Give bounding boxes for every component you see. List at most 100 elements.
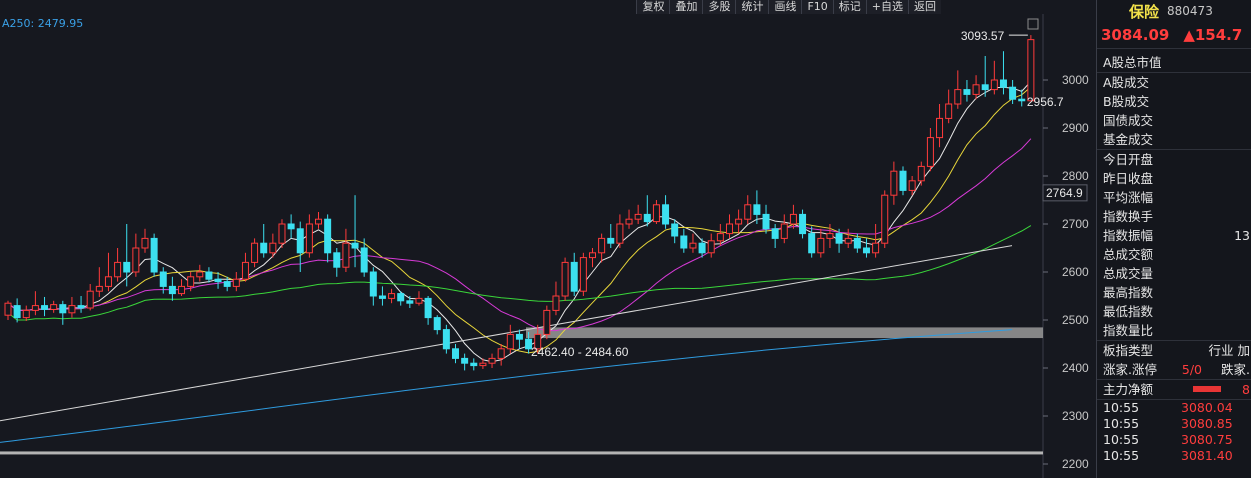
candle-body [872,242,880,254]
candle-body [442,329,450,350]
stat-net-inflow: 主力净额 8 [1097,379,1251,399]
restore-right-button[interactable]: 复权 [636,0,670,14]
stat-open: 今日开盘 [1097,149,1251,169]
net-inflow-bar [1193,386,1221,392]
quote-sidebar: 保险 880473 3084.09 ▲154.7 A股总市值 A股成交 B股成交… [1096,0,1251,478]
up-limit-value: 5/0 [1181,362,1202,377]
price-tag-label: 2764.9 [1046,186,1083,200]
candle-body [415,297,423,304]
candle-body [178,285,186,295]
stat-label: 基金成交 [1103,132,1154,147]
stat-label: 指数量比 [1103,323,1154,338]
stat-volume-ratio: 指数量比 [1097,321,1251,340]
candle-body [552,295,560,311]
net-value: 8 [1242,382,1250,397]
candle-body [771,228,779,239]
y-tick-label: 3000 [1062,73,1089,87]
candle-body [890,170,898,196]
candle-body [1027,39,1035,102]
y-tick-label: 2700 [1062,217,1089,231]
overlay-button[interactable]: 叠加 [669,0,703,14]
candle-body [808,233,816,254]
candle-body [1018,98,1026,102]
stat-turnover: 指数换手 [1097,207,1251,226]
candle-body [50,304,58,310]
candle-body [13,305,21,319]
stat-label: B股成交 [1103,94,1150,109]
kline-chart[interactable]: 2200 2300 2400 2500 2600 2700 2800 2900 3000 3093… [0,0,1096,478]
candle-body [899,170,907,191]
candle-body [671,223,679,237]
stat-up-limit: 涨家.涨停 5/0 跌家. [1097,360,1251,379]
ma5-line [7,81,1032,363]
draw-line-button[interactable]: 画线 [768,0,802,14]
back-button[interactable]: 返回 [908,0,941,14]
candle-body [68,305,76,314]
candle-body [662,204,670,225]
candle-body [187,276,195,287]
y-tick-label: 2800 [1062,169,1089,183]
stat-low: 最低指数 [1097,302,1251,321]
y-tick-label: 2200 [1062,457,1089,471]
candle-body [735,218,743,225]
last-price: 3084.09 [1101,26,1170,44]
indicator-label: A250: 2479.95 [2,17,84,30]
stat-label: 板指类型 [1103,343,1154,358]
ma20-line [7,138,1032,332]
candle-body [4,302,12,316]
candle-body [22,309,30,319]
support-line [0,451,1043,455]
candle-body [342,242,350,268]
expand-icon [1027,18,1039,30]
statistics-button[interactable]: 统计 [735,0,769,14]
candle-body [360,247,368,273]
candle-body [388,293,396,299]
candle-body [333,252,341,268]
down-label: 跌家. [1221,362,1250,377]
candle-body [488,357,496,364]
multi-stock-button[interactable]: 多股 [702,0,736,14]
candle-body [515,333,523,340]
candle-body [981,84,989,91]
candle-body [214,278,222,283]
stat-label: 最高指数 [1103,285,1154,300]
candle-body [945,103,953,119]
f10-button[interactable]: F10 [801,0,833,14]
stat-label: A股成交 [1103,75,1150,90]
add-watchlist-button[interactable]: +自选 [865,0,908,14]
candle-body [789,213,797,225]
candle-body [652,204,660,223]
kline-svg[interactable]: 2200 2300 2400 2500 2600 2700 2800 2900 3000 3093… [0,0,1096,478]
candle-body [424,297,432,319]
stat-label: 涨家.涨停 [1103,362,1157,377]
candle-body [689,242,697,249]
stat-label: 指数换手 [1103,209,1154,224]
stat-label: 主力净额 [1103,382,1154,397]
candle-body [506,333,514,350]
y-tick-label: 2600 [1062,265,1089,279]
mark-button[interactable]: 标记 [832,0,866,14]
candle-body [753,204,761,215]
candle-body [433,317,441,331]
zone-annotation: 2462.40 - 2484.60 [531,345,629,359]
candle-body [543,309,551,335]
candle-body [881,194,889,244]
stat-high: 最高指数 [1097,283,1251,302]
candle-body [1009,86,1017,100]
candle-body [159,271,167,287]
candle-body [625,218,633,225]
stat-label: 国债成交 [1103,113,1154,128]
tick-row: 10:55 3080.85 [1103,416,1233,431]
candle-body [369,271,377,297]
high-annotation: 3093.57 [961,29,1005,43]
candle-body [461,357,469,364]
candle-body [616,223,624,244]
y-tick-label: 2500 [1062,313,1089,327]
tick-row: 10:55 3080.75 [1103,432,1233,447]
candle-body [397,293,405,302]
candle-body [168,285,176,295]
candle-body [59,304,67,314]
stat-label: 总成交额 [1103,247,1154,262]
y-tick-label: 2900 [1062,121,1089,135]
candle-body [744,204,752,220]
